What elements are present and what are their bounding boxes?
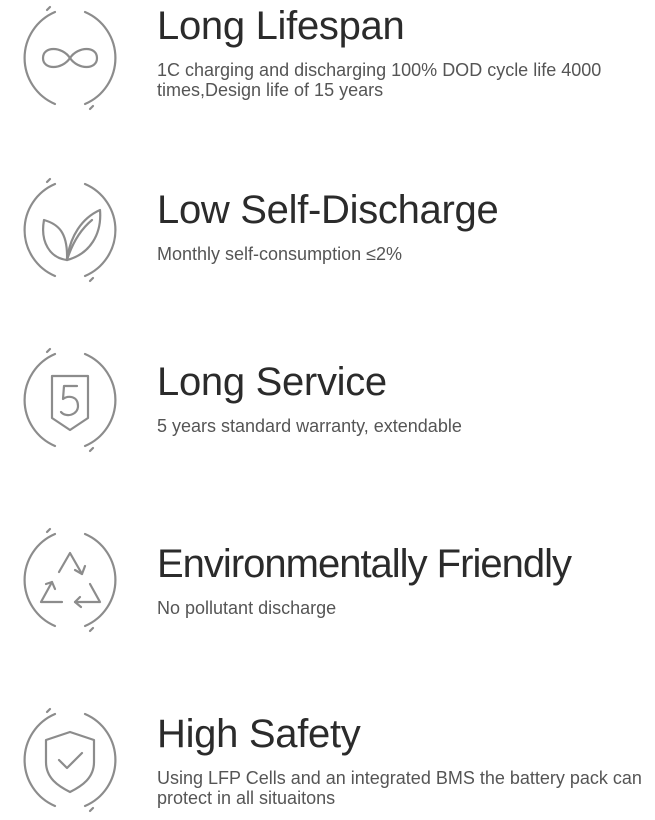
feature-description: 1C charging and discharging 100% DOD cyc… (157, 60, 602, 100)
feature-text: Long Service 5 years standard warranty, … (157, 360, 655, 436)
feature-title: Long Service (157, 360, 387, 404)
feature-title: Environmentally Friendly (157, 542, 572, 586)
feature-text: Low Self-Discharge Monthly self-consumpt… (157, 188, 655, 264)
feature-title: High Safety (157, 712, 361, 756)
shield-five-icon (10, 340, 130, 460)
leaf-icon (10, 170, 130, 290)
feature-title: Low Self-Discharge (157, 188, 499, 232)
feature-description: Monthly self-consumption ≤2% (157, 244, 402, 264)
feature-description: 5 years standard warranty, extendable (157, 416, 462, 436)
infinity-icon (10, 0, 130, 118)
feature-text: Long Lifespan 1C charging and dischargin… (157, 4, 655, 100)
feature-title: Long Lifespan (157, 4, 405, 48)
shield-check-icon (10, 700, 130, 820)
feature-text: Environmentally Friendly No pollutant di… (157, 542, 655, 618)
recycle-icon (10, 520, 130, 640)
feature-description: No pollutant discharge (157, 598, 337, 618)
feature-description: Using LFP Cells and an integrated BMS th… (157, 768, 642, 808)
feature-text: High Safety Using LFP Cells and an integ… (157, 712, 655, 808)
